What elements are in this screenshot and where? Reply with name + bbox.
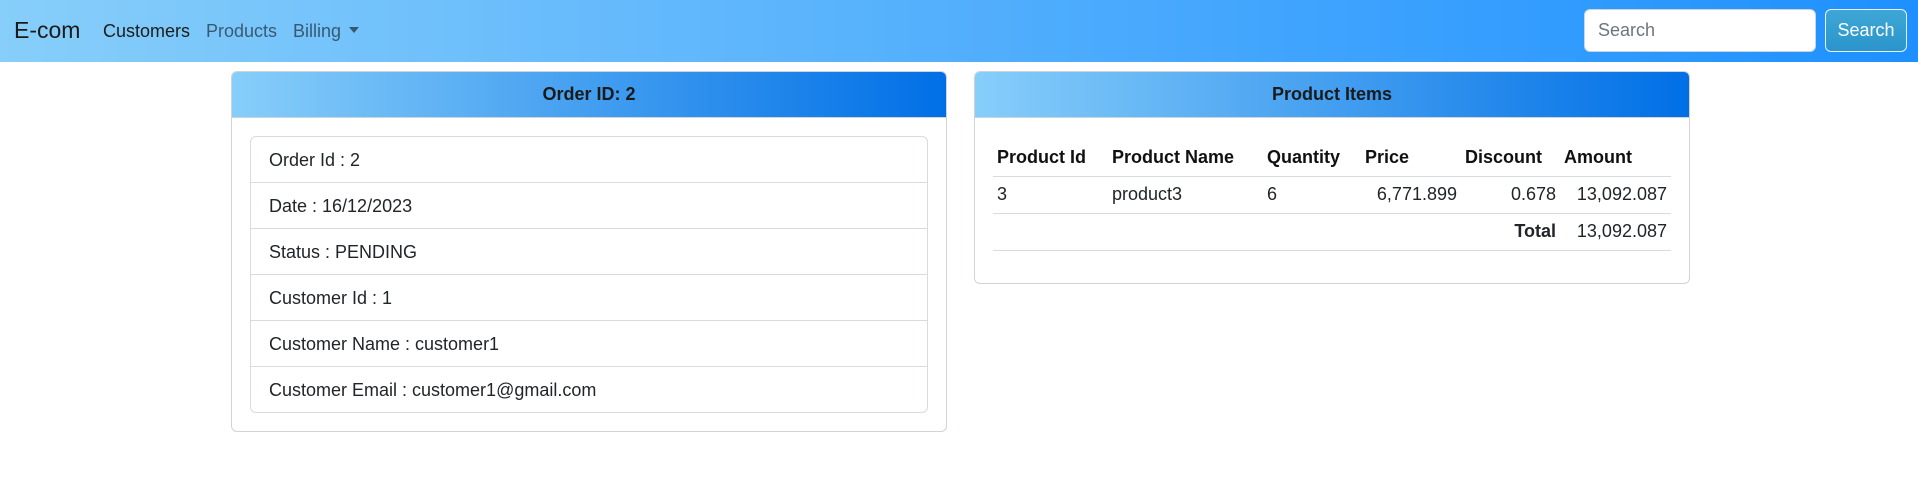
product-items-card: Product Items Product Id Product Name Qu…: [974, 71, 1690, 284]
customer-email-item: Customer Email : customer1@gmail.com: [269, 380, 597, 400]
nav-item-customers[interactable]: Customers: [103, 19, 190, 43]
search-input[interactable]: [1584, 9, 1816, 52]
product-items-title: Product Items: [975, 72, 1689, 118]
table-header-row: Product Id Product Name Quantity Price D…: [993, 140, 1671, 177]
total-row: Total 13,092.087: [993, 213, 1671, 251]
nav-item-products[interactable]: Products: [206, 19, 277, 43]
search-button[interactable]: Search: [1825, 9, 1907, 52]
column-header-product-name: Product Name: [1108, 140, 1263, 177]
order-details-list: Order Id : 2 Date : 16/12/2023 Status : …: [250, 136, 928, 413]
order-status-item: Status : PENDING: [251, 229, 927, 275]
table-row: 3 product3 6 6,771.899 0.678 13,092.087: [993, 176, 1671, 214]
cell-product-name: product3: [1108, 176, 1263, 214]
order-id-item: Order Id : 2: [251, 137, 927, 183]
cell-discount: 0.678: [1461, 176, 1560, 214]
order-details-card: Order ID: 2 Order Id : 2 Date : 16/12/20…: [231, 71, 947, 432]
cell-amount: 13,092.087: [1560, 176, 1671, 214]
column-header-discount: Discount: [1461, 140, 1560, 177]
customer-id-item: Customer Id : 1: [251, 275, 927, 321]
column-header-quantity: Quantity: [1263, 140, 1361, 177]
total-label: Total: [993, 213, 1560, 251]
nav-item-billing[interactable]: Billing: [293, 19, 360, 43]
column-header-amount: Amount: [1560, 140, 1671, 177]
chevron-down-icon: [349, 27, 360, 33]
nav-item-billing-label: Billing: [293, 21, 342, 41]
brand-logo[interactable]: E-com: [14, 16, 80, 44]
cell-quantity: 6: [1263, 176, 1361, 214]
column-header-price: Price: [1361, 140, 1461, 177]
column-header-product-id: Product Id: [993, 140, 1108, 177]
product-items-table: Product Id Product Name Quantity Price D…: [993, 140, 1671, 251]
cell-product-id: 3: [993, 176, 1108, 214]
top-navbar: E-com Customers Products Billing Search: [0, 0, 1918, 62]
customer-name-item: Customer Name : customer1: [251, 321, 927, 367]
order-card-title: Order ID: 2: [232, 72, 946, 118]
total-value: 13,092.087: [1560, 213, 1671, 251]
cell-price: 6,771.899: [1361, 176, 1461, 214]
order-date-item: Date : 16/12/2023: [251, 183, 927, 229]
